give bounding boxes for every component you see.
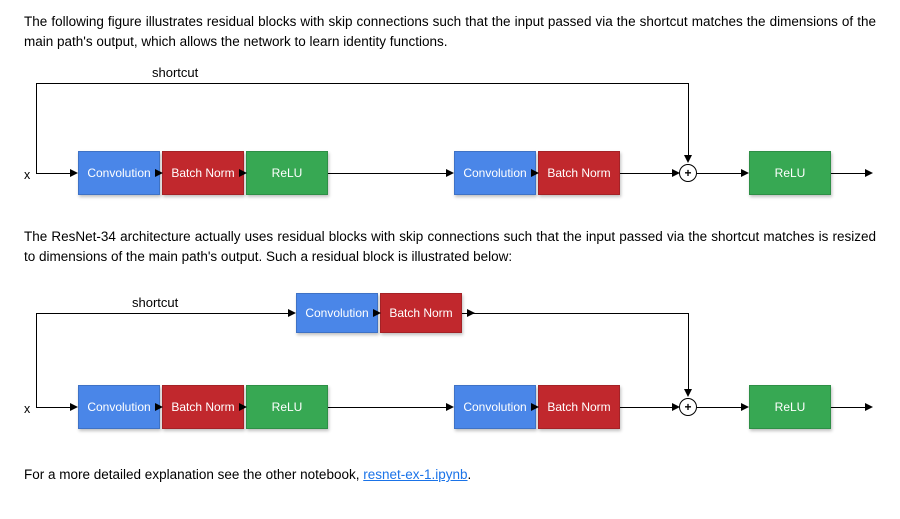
arrowhead-icon (672, 169, 680, 177)
line-segment (328, 407, 446, 408)
arrowhead-icon (288, 309, 296, 317)
arrowhead-icon (155, 403, 163, 411)
conv-box-1: Convolution (78, 385, 160, 429)
paragraph-1: The following figure illustrates residua… (24, 12, 876, 53)
arrowhead-icon (684, 155, 692, 163)
bn-box-2: Batch Norm (538, 385, 620, 429)
line-segment (831, 173, 867, 174)
paragraph-2: The ResNet-34 architecture actually uses… (24, 227, 876, 268)
bn-box-1: Batch Norm (162, 151, 244, 195)
line-segment (36, 83, 37, 173)
line-segment (697, 173, 743, 174)
arrowhead-icon (531, 403, 539, 411)
x-input-label: x (24, 166, 30, 185)
line-segment (36, 173, 72, 174)
line-segment (36, 407, 72, 408)
shortcut-label: shortcut (132, 293, 178, 313)
arrowhead-icon (865, 169, 873, 177)
diagram-residual-identity: shortcut x Convolution Batch Norm ReLU C… (24, 61, 876, 209)
line-segment (328, 173, 446, 174)
line-segment (36, 83, 688, 84)
arrowhead-icon (531, 169, 539, 177)
arrowhead-icon (155, 169, 163, 177)
shortcut-conv-box: Convolution (296, 293, 378, 333)
arrowhead-icon (70, 403, 78, 411)
shortcut-label: shortcut (152, 63, 198, 83)
paragraph-3: For a more detailed explanation see the … (24, 465, 876, 485)
arrowhead-icon (373, 309, 381, 317)
line-segment (620, 173, 674, 174)
arrowhead-icon (672, 403, 680, 411)
conv-box-2: Convolution (454, 151, 536, 195)
line-segment (831, 407, 867, 408)
line-segment (697, 407, 743, 408)
p3-suffix-text: . (468, 467, 472, 482)
relu-box-2: ReLU (749, 385, 831, 429)
arrowhead-icon (239, 169, 247, 177)
arrowhead-icon (467, 309, 475, 317)
line-segment (620, 407, 674, 408)
shortcut-bn-box: Batch Norm (380, 293, 462, 333)
x-input-label: x (24, 400, 30, 419)
arrowhead-icon (865, 403, 873, 411)
diagram-residual-projection: shortcut x Convolution Batch Norm ReLU C… (24, 275, 876, 447)
arrowhead-icon (684, 389, 692, 397)
arrowhead-icon (446, 169, 454, 177)
conv-box-1: Convolution (78, 151, 160, 195)
arrowhead-icon (239, 403, 247, 411)
notebook-link[interactable]: resnet-ex-1.ipynb (363, 467, 467, 482)
p3-prefix-text: For a more detailed explanation see the … (24, 467, 363, 482)
bn-box-1: Batch Norm (162, 385, 244, 429)
line-segment (462, 313, 688, 314)
line-segment (36, 313, 37, 407)
add-node-icon: + (679, 164, 697, 182)
relu-box-1: ReLU (246, 385, 328, 429)
line-segment (688, 83, 689, 157)
arrowhead-icon (741, 403, 749, 411)
line-segment (688, 313, 689, 391)
conv-box-2: Convolution (454, 385, 536, 429)
arrowhead-icon (70, 169, 78, 177)
line-segment (36, 313, 290, 314)
arrowhead-icon (741, 169, 749, 177)
relu-box-1: ReLU (246, 151, 328, 195)
relu-box-2: ReLU (749, 151, 831, 195)
add-node-icon: + (679, 398, 697, 416)
arrowhead-icon (446, 403, 454, 411)
bn-box-2: Batch Norm (538, 151, 620, 195)
